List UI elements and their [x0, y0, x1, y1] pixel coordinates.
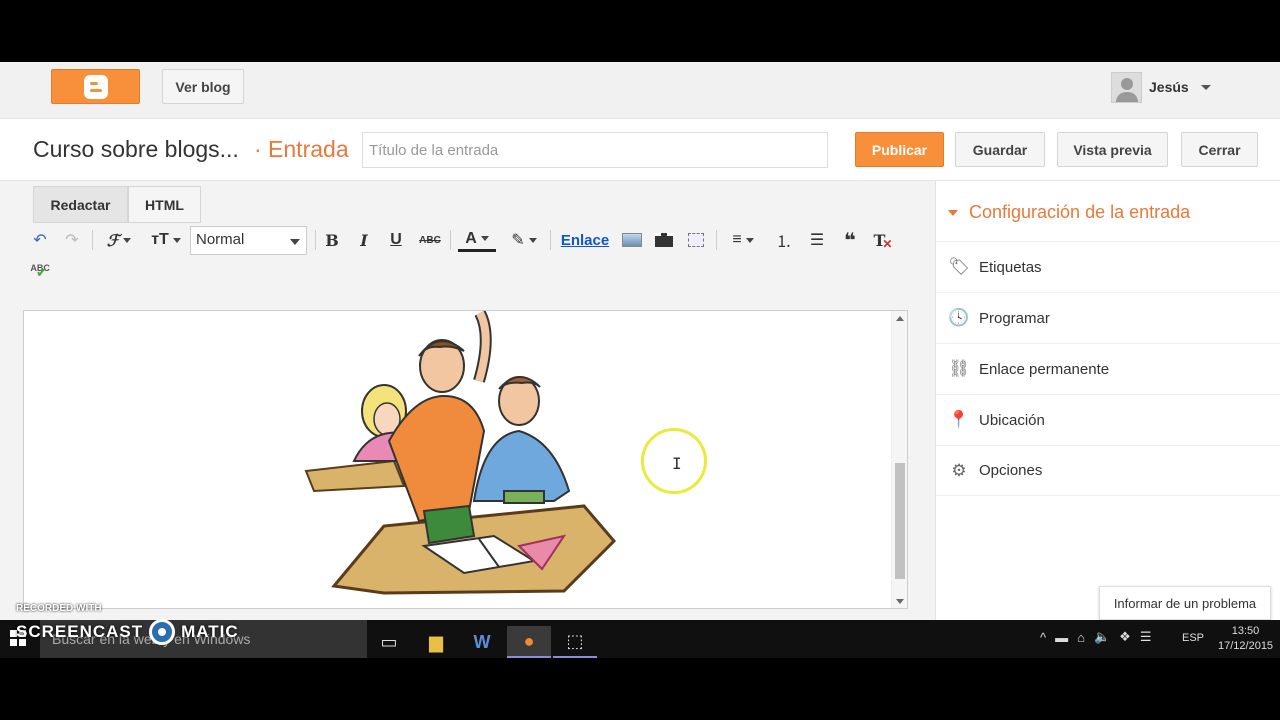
- word-icon[interactable]: W: [460, 626, 504, 658]
- screencast-logo-icon: [149, 619, 176, 645]
- scroll-up-icon[interactable]: [896, 316, 904, 321]
- clock-time: 13:50: [1231, 625, 1260, 637]
- watermark-brand-left: SCREENCAST: [16, 622, 144, 641]
- close-button[interactable]: Cerrar: [1181, 132, 1258, 167]
- report-problem-button[interactable]: Informar de un problema: [1099, 586, 1271, 620]
- watermark-recorded-text: RECORDED WITH: [16, 603, 102, 614]
- blog-name[interactable]: Curso sobre blogs...: [33, 136, 239, 163]
- save-button[interactable]: Guardar: [955, 132, 1045, 167]
- sidebar-item-permalink[interactable]: ⛓ Enlace permanente: [936, 343, 1280, 394]
- blogger-logo-icon: [83, 74, 108, 99]
- system-tray: ^ ▬ ⌂ 🔈 ❖ ☰: [1040, 629, 1151, 645]
- firefox-icon[interactable]: ●: [507, 626, 551, 658]
- file-explorer-icon[interactable]: ▆: [414, 626, 458, 658]
- editor-scrollbar[interactable]: [891, 311, 907, 608]
- clear-formatting-icon[interactable]: T ✕: [871, 228, 895, 252]
- toolbar-divider: [550, 230, 551, 250]
- align-icon[interactable]: ≡: [724, 228, 762, 252]
- scroll-down-icon[interactable]: [896, 599, 904, 604]
- tab-html[interactable]: HTML: [128, 186, 201, 223]
- quote-icon[interactable]: ❝: [838, 228, 862, 252]
- network-icon[interactable]: ⌂: [1077, 630, 1085, 645]
- screencast-watermark: SCREENCAST MATIC: [16, 619, 239, 645]
- toolbar-divider: [716, 230, 717, 250]
- dropbox-icon[interactable]: ❖: [1119, 629, 1131, 645]
- sidebar-item-label: Enlace permanente: [979, 360, 1110, 378]
- clock-date: 17/12/2015: [1218, 640, 1274, 652]
- blogger-top-bar: Ver blog Jesús: [0, 62, 1280, 119]
- insert-image-icon[interactable]: [620, 228, 644, 252]
- sidebar-item-labels[interactable]: 🏷 Etiquetas: [936, 241, 1280, 292]
- text-color-icon[interactable]: A: [458, 228, 496, 252]
- tag-icon: 🏷: [948, 257, 970, 276]
- insert-break-icon[interactable]: [684, 228, 708, 252]
- editor-panel: Redactar HTML ↶ ↷ ℱ тT Normal B I U ABC …: [0, 181, 935, 620]
- post-body-editor[interactable]: I: [23, 310, 908, 609]
- sidebar-item-location[interactable]: 📍 Ubicación: [936, 394, 1280, 445]
- location-pin-icon: 📍: [948, 410, 970, 429]
- font-size-icon[interactable]: тT: [146, 228, 186, 252]
- preview-button[interactable]: Vista previa: [1057, 132, 1168, 167]
- post-settings-title-text: Configuración de la entrada: [969, 202, 1191, 222]
- scrollbar-thumb[interactable]: [895, 463, 905, 579]
- publish-button[interactable]: Publicar: [855, 132, 944, 167]
- bold-icon[interactable]: B: [321, 228, 343, 252]
- formatting-toolbar: ↶ ↷ ℱ тT Normal B I U ABC A ✎ Enlace ≡ ⒈…: [28, 226, 908, 280]
- sidebar-item-label: Etiquetas: [979, 258, 1042, 276]
- view-blog-button[interactable]: Ver blog: [162, 69, 244, 104]
- toolbar-divider: [92, 230, 93, 250]
- task-view-icon[interactable]: ▭: [367, 626, 411, 658]
- editor-mode-tabs: Redactar HTML: [33, 186, 201, 223]
- link-button[interactable]: Enlace: [559, 228, 611, 252]
- strikethrough-icon[interactable]: ABC: [417, 228, 443, 252]
- numbered-list-icon[interactable]: ⒈: [772, 228, 796, 252]
- sidebar-item-options[interactable]: ⚙ Opciones: [936, 445, 1280, 496]
- watermark-brand-right: MATIC: [181, 622, 239, 641]
- format-select[interactable]: Normal: [190, 226, 307, 255]
- underline-icon[interactable]: U: [385, 228, 407, 252]
- snipping-tool-icon[interactable]: ⬚: [553, 626, 597, 658]
- insert-video-icon[interactable]: [652, 228, 676, 252]
- text-cursor-icon: I: [672, 454, 682, 473]
- chevron-up-icon[interactable]: ^: [1040, 630, 1046, 645]
- notifications-icon[interactable]: ☰: [1140, 629, 1152, 645]
- toolbar-divider: [315, 230, 316, 250]
- sidebar-item-label: Programar: [979, 309, 1050, 327]
- post-title-input[interactable]: [362, 132, 828, 168]
- user-menu[interactable]: Jesús: [1111, 71, 1211, 103]
- gear-icon: ⚙: [951, 460, 967, 480]
- post-header: Curso sobre blogs... · Entrada Publicar …: [0, 119, 1280, 181]
- highlight-color-icon[interactable]: ✎: [505, 228, 543, 252]
- volume-icon[interactable]: 🔈: [1094, 629, 1110, 645]
- clock-icon: 🕓: [948, 308, 970, 327]
- post-settings-title[interactable]: Configuración de la entrada: [948, 202, 1190, 223]
- language-indicator[interactable]: ESP: [1182, 632, 1204, 644]
- blogger-logo-button[interactable]: [51, 69, 140, 104]
- battery-icon[interactable]: ▬: [1055, 630, 1068, 645]
- redo-icon[interactable]: ↷: [60, 228, 84, 252]
- user-name: Jesús: [1149, 79, 1189, 95]
- chevron-down-icon: [1200, 84, 1211, 90]
- spellcheck-icon[interactable]: ABC ✔: [28, 256, 50, 280]
- undo-icon[interactable]: ↶: [28, 228, 52, 252]
- section-label: · Entrada: [254, 136, 349, 162]
- students-clipart-image: [304, 311, 617, 595]
- italic-icon[interactable]: I: [353, 228, 375, 252]
- sidebar-item-schedule[interactable]: 🕓 Programar: [936, 292, 1280, 343]
- sidebar-item-label: Ubicación: [979, 411, 1045, 429]
- clock[interactable]: 13:50 17/12/2015: [1218, 624, 1273, 654]
- bullet-list-icon[interactable]: ☰: [805, 228, 829, 252]
- link-icon: ⛓: [948, 359, 970, 378]
- screen: Ver blog Jesús Curso sobre blogs... · En…: [0, 0, 1280, 720]
- toolbar-divider: [450, 230, 451, 250]
- collapse-triangle-icon: [948, 209, 958, 216]
- font-family-icon[interactable]: ℱ: [100, 228, 138, 252]
- avatar: [1111, 71, 1142, 103]
- tab-compose[interactable]: Redactar: [33, 186, 128, 223]
- post-settings-sidebar: Configuración de la entrada 🏷 Etiquetas …: [935, 181, 1280, 620]
- sidebar-item-label: Opciones: [979, 462, 1043, 479]
